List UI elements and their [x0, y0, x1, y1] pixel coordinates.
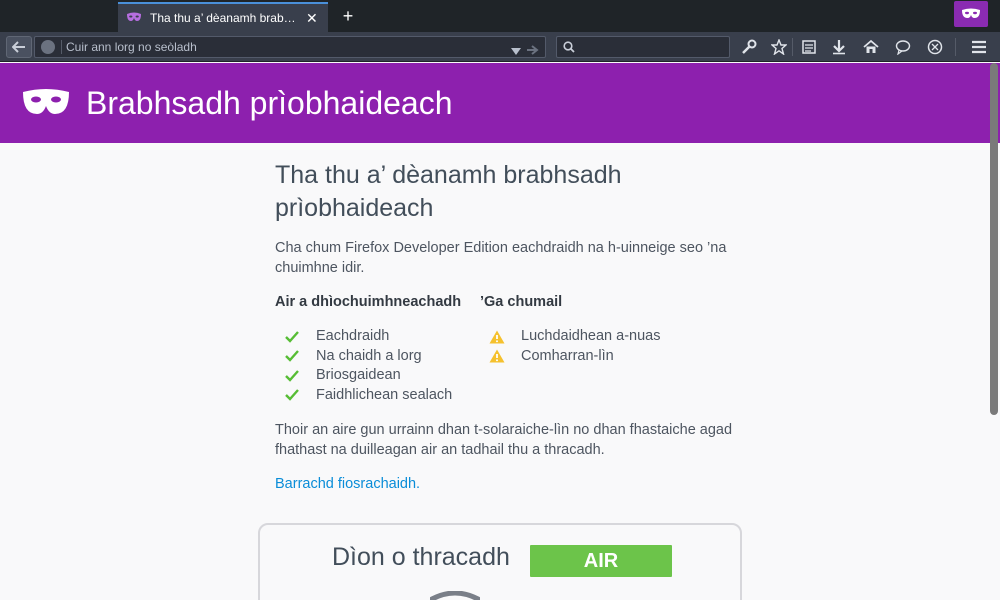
intro-text: Cha chum Firefox Developer Edition eachd… — [275, 240, 727, 276]
list-item: Faidhlichean sealach — [284, 386, 452, 406]
star-icon[interactable] — [770, 38, 788, 56]
back-button[interactable] — [6, 36, 32, 58]
page-title: Tha thu a’ dèanamh brabhsadh prìobhaidea… — [275, 161, 622, 222]
url-separator — [61, 40, 62, 54]
url-bar[interactable] — [34, 36, 546, 58]
tracking-note: Thoir an aire gun urrainn dhan t-solarai… — [275, 422, 733, 458]
home-icon[interactable] — [862, 38, 880, 56]
header-title: Brabhsadh prìobhaideach — [86, 84, 453, 121]
tab-close-icon[interactable]: ✕ — [306, 10, 318, 27]
private-browsing-indicator-icon — [954, 1, 988, 27]
tracking-protection-toggle[interactable]: AIR — [530, 545, 672, 577]
tracking-protection-panel: Dìon o thracadh AIR — [258, 523, 742, 600]
list-item: Comharran-lìn — [489, 347, 660, 367]
list-item: Briosgaidean — [284, 366, 452, 386]
private-mask-icon — [23, 89, 69, 114]
forgets-item-searches: Na chaidh a lorg — [316, 347, 422, 364]
saves-heading: ’Ga chumail — [480, 294, 563, 310]
saves-item-downloads: Luchdaidhean a-nuas — [521, 328, 661, 344]
shield-icon — [430, 591, 480, 600]
tab-title: Tha thu a’ dèanamh brabhsadh prìobhaidea… — [150, 11, 300, 25]
saves-item-bookmarks: Comharran-lìn — [521, 347, 614, 364]
navigation-toolbar — [0, 32, 1000, 62]
page-scrollbar[interactable] — [988, 63, 1000, 600]
check-icon — [284, 348, 300, 364]
toolbar-separator — [955, 38, 956, 56]
list-item: Luchdaidhean a-nuas — [489, 327, 660, 347]
wrench-icon[interactable] — [740, 38, 758, 56]
menu-icon[interactable] — [970, 38, 988, 56]
check-icon — [284, 329, 300, 345]
private-mask-icon — [126, 10, 142, 26]
check-icon — [284, 368, 300, 384]
go-arrow-icon[interactable] — [527, 42, 539, 60]
chat-icon[interactable] — [894, 38, 912, 56]
learn-more-link[interactable]: Barrachd fiosrachaidh. — [275, 476, 420, 492]
search-icon — [563, 41, 575, 53]
forgets-item-temp-files: Faidhlichean sealach — [316, 386, 453, 403]
check-icon — [284, 387, 300, 403]
scrollbar-thumb[interactable] — [990, 63, 998, 415]
search-bar[interactable] — [556, 36, 730, 58]
back-arrow-icon — [12, 41, 25, 53]
private-browsing-header: Brabhsadh prìobhaideach — [0, 63, 1000, 143]
forgets-heading: Air a dhìochuimhneachadh — [275, 294, 462, 310]
search-input[interactable] — [579, 40, 719, 54]
list-item: Na chaidh a lorg — [284, 347, 452, 367]
devtools-icon[interactable] — [926, 38, 944, 56]
saves-list: Luchdaidhean a-nuas Comharran-lìn — [489, 327, 660, 366]
forgets-list: Eachdraidh Na chaidh a lorg Briosgaidean… — [284, 327, 452, 405]
forgets-item-cookies: Briosgaidean — [316, 367, 401, 383]
tracking-protection-title: Dìon o thracadh — [332, 543, 510, 571]
warning-icon — [489, 329, 505, 345]
site-identity-icon[interactable] — [41, 40, 55, 54]
list-item: Eachdraidh — [284, 327, 452, 347]
tab-strip: Tha thu a’ dèanamh brabhsadh prìobhaidea… — [0, 0, 1000, 32]
warning-icon — [489, 348, 505, 364]
history-dropdown-icon[interactable] — [511, 43, 521, 61]
reading-list-icon[interactable] — [800, 38, 818, 56]
toolbar-separator — [792, 38, 793, 56]
download-icon[interactable] — [830, 38, 848, 56]
new-tab-button[interactable]: + — [338, 4, 358, 28]
tab-private-browsing[interactable]: Tha thu a’ dèanamh brabhsadh prìobhaidea… — [118, 2, 328, 32]
forgets-item-history: Eachdraidh — [316, 328, 390, 344]
url-input[interactable] — [66, 40, 496, 54]
